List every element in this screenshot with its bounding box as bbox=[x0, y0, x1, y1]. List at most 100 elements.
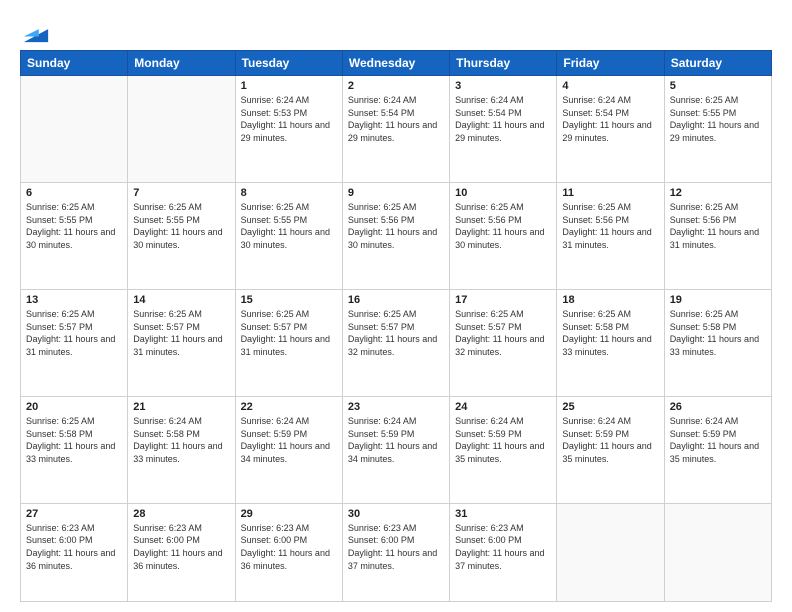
cell-info: Sunrise: 6:24 AMSunset: 5:59 PMDaylight:… bbox=[348, 415, 444, 465]
cell-info: Sunrise: 6:25 AMSunset: 5:57 PMDaylight:… bbox=[241, 308, 337, 358]
calendar-cell: 12 Sunrise: 6:25 AMSunset: 5:56 PMDayligh… bbox=[664, 182, 771, 289]
day-number: 23 bbox=[348, 401, 444, 413]
calendar-cell: 24Sunrise: 6:24 AMSunset: 5:59 PMDayligh… bbox=[450, 396, 557, 503]
calendar-cell: 7 Sunrise: 6:25 AMSunset: 5:55 PMDaylight… bbox=[128, 182, 235, 289]
day-number: 30 bbox=[348, 508, 444, 520]
calendar-cell: 15 Sunrise: 6:25 AMSunset: 5:57 PMDayligh… bbox=[235, 289, 342, 396]
calendar-cell: 27 Sunrise: 6:23 AMSunset: 6:00 PMDayligh… bbox=[21, 503, 128, 601]
cell-info: Sunrise: 6:24 AMSunset: 5:59 PMDaylight:… bbox=[241, 415, 337, 465]
cell-info: Sunrise: 6:23 AMSunset: 6:00 PMDaylight:… bbox=[348, 522, 444, 572]
day-number: 22 bbox=[241, 401, 337, 413]
day-number: 27 bbox=[26, 508, 122, 520]
logo bbox=[20, 16, 50, 40]
calendar-week-row: 13Sunrise: 6:25 AMSunset: 5:57 PMDayligh… bbox=[21, 289, 772, 396]
calendar-cell: 4Sunrise: 6:24 AMSunset: 5:54 PMDaylight… bbox=[557, 76, 664, 183]
cell-info: Sunrise: 6:25 AMSunset: 5:55 PMDaylight:… bbox=[26, 201, 122, 251]
day-number: 10 bbox=[455, 187, 551, 199]
calendar-cell bbox=[557, 503, 664, 601]
calendar-cell: 5 Sunrise: 6:25 AMSunset: 5:55 PMDaylight… bbox=[664, 76, 771, 183]
day-number: 21 bbox=[133, 401, 229, 413]
calendar-cell: 13Sunrise: 6:25 AMSunset: 5:57 PMDayligh… bbox=[21, 289, 128, 396]
cell-info: Sunrise: 6:25 AMSunset: 5:56 PMDaylight:… bbox=[562, 201, 658, 251]
calendar-week-row: 1 Sunrise: 6:24 AMSunset: 5:53 PMDaylight… bbox=[21, 76, 772, 183]
header bbox=[20, 16, 772, 40]
calendar-cell: 9 Sunrise: 6:25 AMSunset: 5:56 PMDaylight… bbox=[342, 182, 449, 289]
calendar-cell: 8Sunrise: 6:25 AMSunset: 5:55 PMDaylight… bbox=[235, 182, 342, 289]
weekday-header-tuesday: Tuesday bbox=[235, 51, 342, 76]
cell-info: Sunrise: 6:24 AMSunset: 5:59 PMDaylight:… bbox=[562, 415, 658, 465]
calendar-cell: 31Sunrise: 6:23 AMSunset: 6:00 PMDayligh… bbox=[450, 503, 557, 601]
calendar-cell: 2Sunrise: 6:24 AMSunset: 5:54 PMDaylight… bbox=[342, 76, 449, 183]
cell-info: Sunrise: 6:24 AMSunset: 5:53 PMDaylight:… bbox=[241, 94, 337, 144]
calendar-cell: 30 Sunrise: 6:23 AMSunset: 6:00 PMDayligh… bbox=[342, 503, 449, 601]
weekday-header-thursday: Thursday bbox=[450, 51, 557, 76]
day-number: 25 bbox=[562, 401, 658, 413]
calendar-cell: 16 Sunrise: 6:25 AMSunset: 5:57 PMDayligh… bbox=[342, 289, 449, 396]
cell-info: Sunrise: 6:25 AMSunset: 5:56 PMDaylight:… bbox=[670, 201, 766, 251]
day-number: 12 bbox=[670, 187, 766, 199]
cell-info: Sunrise: 6:23 AMSunset: 6:00 PMDaylight:… bbox=[26, 522, 122, 572]
calendar-cell: 28Sunrise: 6:23 AMSunset: 6:00 PMDayligh… bbox=[128, 503, 235, 601]
day-number: 6 bbox=[26, 187, 122, 199]
logo-icon bbox=[22, 16, 50, 44]
weekday-header-monday: Monday bbox=[128, 51, 235, 76]
calendar-cell: 6 Sunrise: 6:25 AMSunset: 5:55 PMDaylight… bbox=[21, 182, 128, 289]
calendar-cell: 11 Sunrise: 6:25 AMSunset: 5:56 PMDayligh… bbox=[557, 182, 664, 289]
day-number: 3 bbox=[455, 80, 551, 92]
cell-info: Sunrise: 6:25 AMSunset: 5:57 PMDaylight:… bbox=[133, 308, 229, 358]
calendar-cell: 3 Sunrise: 6:24 AMSunset: 5:54 PMDaylight… bbox=[450, 76, 557, 183]
cell-info: Sunrise: 6:25 AMSunset: 5:55 PMDaylight:… bbox=[670, 94, 766, 144]
day-number: 4 bbox=[562, 80, 658, 92]
calendar-week-row: 6 Sunrise: 6:25 AMSunset: 5:55 PMDaylight… bbox=[21, 182, 772, 289]
day-number: 16 bbox=[348, 294, 444, 306]
day-number: 2 bbox=[348, 80, 444, 92]
weekday-header-friday: Friday bbox=[557, 51, 664, 76]
calendar-week-row: 27 Sunrise: 6:23 AMSunset: 6:00 PMDayligh… bbox=[21, 503, 772, 601]
calendar-table: SundayMondayTuesdayWednesdayThursdayFrid… bbox=[20, 50, 772, 602]
weekday-header-sunday: Sunday bbox=[21, 51, 128, 76]
day-number: 17 bbox=[455, 294, 551, 306]
cell-info: Sunrise: 6:25 AMSunset: 5:55 PMDaylight:… bbox=[133, 201, 229, 251]
calendar-cell: 21Sunrise: 6:24 AMSunset: 5:58 PMDayligh… bbox=[128, 396, 235, 503]
calendar-cell: 1 Sunrise: 6:24 AMSunset: 5:53 PMDaylight… bbox=[235, 76, 342, 183]
calendar-cell: 22 Sunrise: 6:24 AMSunset: 5:59 PMDayligh… bbox=[235, 396, 342, 503]
cell-info: Sunrise: 6:25 AMSunset: 5:58 PMDaylight:… bbox=[26, 415, 122, 465]
calendar-week-row: 20 Sunrise: 6:25 AMSunset: 5:58 PMDayligh… bbox=[21, 396, 772, 503]
cell-info: Sunrise: 6:25 AMSunset: 5:55 PMDaylight:… bbox=[241, 201, 337, 251]
day-number: 29 bbox=[241, 508, 337, 520]
calendar-cell bbox=[664, 503, 771, 601]
cell-info: Sunrise: 6:25 AMSunset: 5:56 PMDaylight:… bbox=[348, 201, 444, 251]
calendar-cell: 29 Sunrise: 6:23 AMSunset: 6:00 PMDayligh… bbox=[235, 503, 342, 601]
cell-info: Sunrise: 6:25 AMSunset: 5:56 PMDaylight:… bbox=[455, 201, 551, 251]
cell-info: Sunrise: 6:25 AMSunset: 5:57 PMDaylight:… bbox=[455, 308, 551, 358]
calendar-cell: 26 Sunrise: 6:24 AMSunset: 5:59 PMDayligh… bbox=[664, 396, 771, 503]
calendar-header-row: SundayMondayTuesdayWednesdayThursdayFrid… bbox=[21, 51, 772, 76]
day-number: 26 bbox=[670, 401, 766, 413]
calendar-cell: 10 Sunrise: 6:25 AMSunset: 5:56 PMDayligh… bbox=[450, 182, 557, 289]
calendar-cell: 20 Sunrise: 6:25 AMSunset: 5:58 PMDayligh… bbox=[21, 396, 128, 503]
cell-info: Sunrise: 6:23 AMSunset: 6:00 PMDaylight:… bbox=[241, 522, 337, 572]
day-number: 14 bbox=[133, 294, 229, 306]
cell-info: Sunrise: 6:25 AMSunset: 5:58 PMDaylight:… bbox=[670, 308, 766, 358]
cell-info: Sunrise: 6:24 AMSunset: 5:54 PMDaylight:… bbox=[455, 94, 551, 144]
day-number: 19 bbox=[670, 294, 766, 306]
calendar-cell: 25 Sunrise: 6:24 AMSunset: 5:59 PMDayligh… bbox=[557, 396, 664, 503]
calendar-cell: 14 Sunrise: 6:25 AMSunset: 5:57 PMDayligh… bbox=[128, 289, 235, 396]
page: SundayMondayTuesdayWednesdayThursdayFrid… bbox=[0, 0, 792, 612]
day-number: 18 bbox=[562, 294, 658, 306]
day-number: 7 bbox=[133, 187, 229, 199]
weekday-header-saturday: Saturday bbox=[664, 51, 771, 76]
cell-info: Sunrise: 6:25 AMSunset: 5:58 PMDaylight:… bbox=[562, 308, 658, 358]
calendar-cell: 19 Sunrise: 6:25 AMSunset: 5:58 PMDayligh… bbox=[664, 289, 771, 396]
day-number: 5 bbox=[670, 80, 766, 92]
cell-info: Sunrise: 6:24 AMSunset: 5:59 PMDaylight:… bbox=[670, 415, 766, 465]
weekday-header-wednesday: Wednesday bbox=[342, 51, 449, 76]
day-number: 15 bbox=[241, 294, 337, 306]
day-number: 11 bbox=[562, 187, 658, 199]
day-number: 9 bbox=[348, 187, 444, 199]
calendar-cell bbox=[128, 76, 235, 183]
day-number: 1 bbox=[241, 80, 337, 92]
day-number: 20 bbox=[26, 401, 122, 413]
day-number: 24 bbox=[455, 401, 551, 413]
cell-info: Sunrise: 6:25 AMSunset: 5:57 PMDaylight:… bbox=[348, 308, 444, 358]
